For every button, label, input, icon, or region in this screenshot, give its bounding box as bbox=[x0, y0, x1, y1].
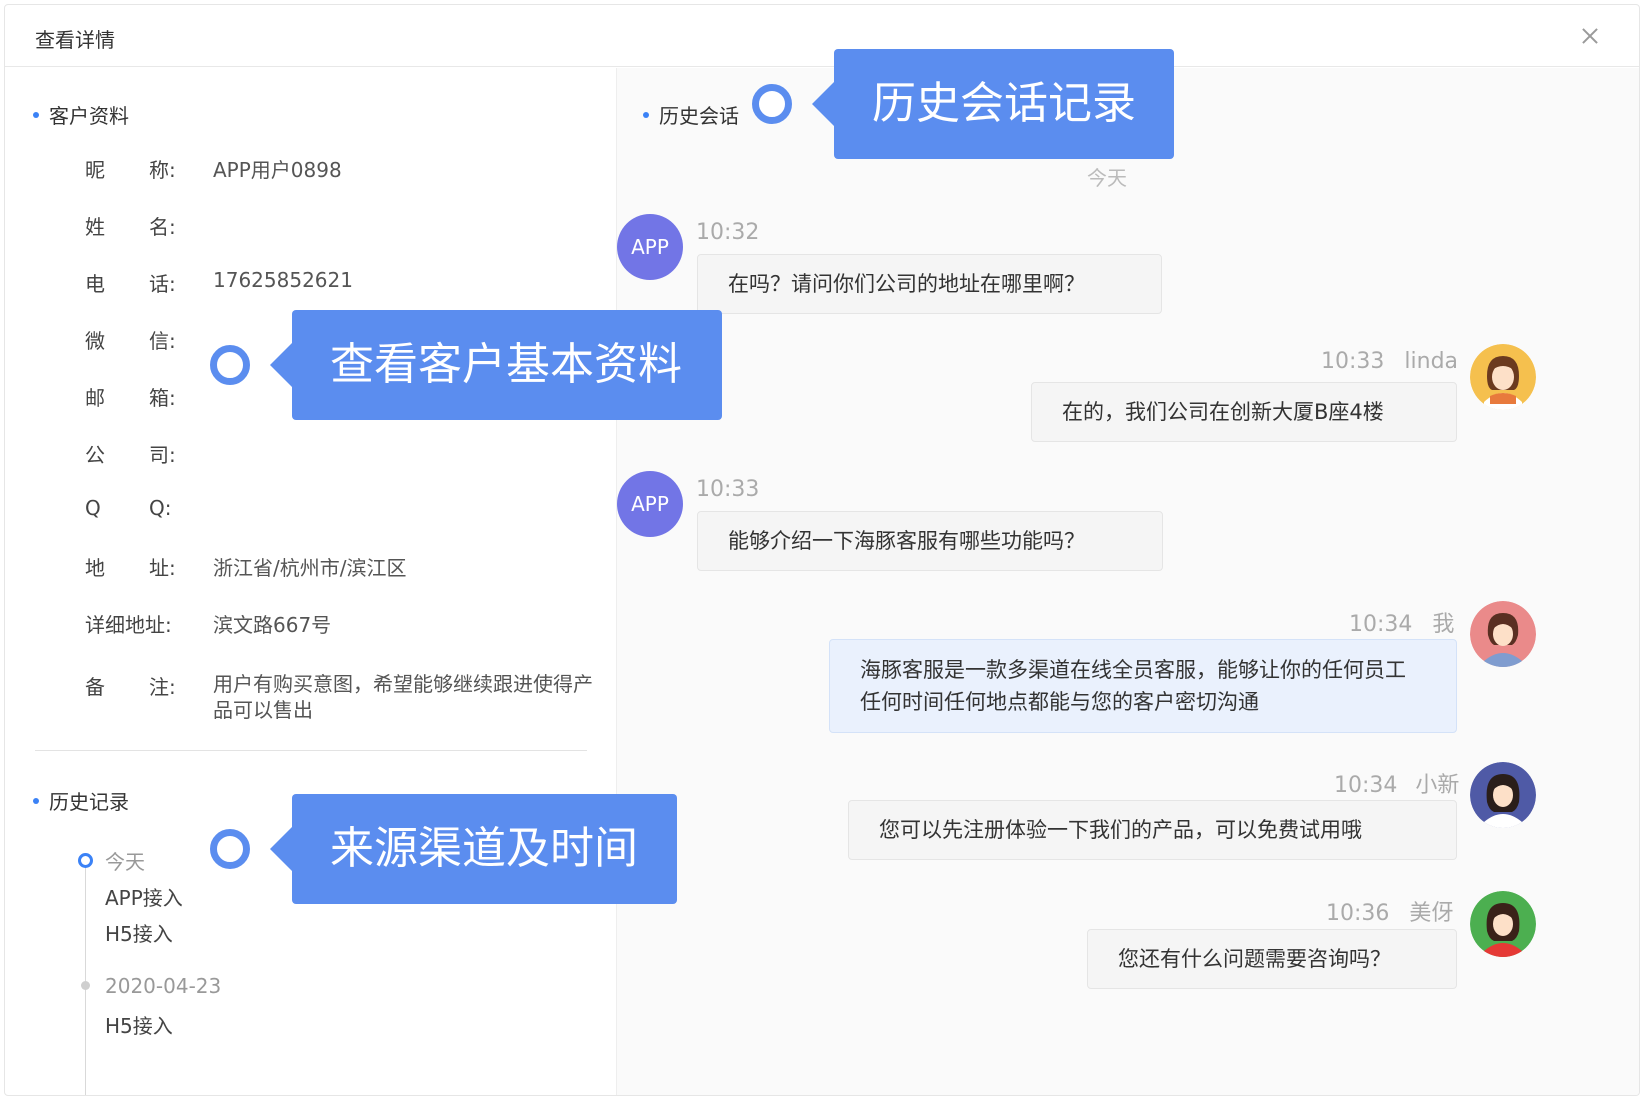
message-bubble: 您还有什么问题需要咨询吗？ bbox=[1087, 929, 1457, 989]
field-label: 注: bbox=[149, 675, 176, 699]
timeline-line bbox=[85, 860, 86, 1095]
agent-avatar bbox=[1470, 762, 1536, 828]
dialog-header: 查看详情 bbox=[5, 5, 1639, 67]
timeline-item: H5接入 bbox=[105, 922, 173, 946]
callout-marker-icon bbox=[210, 345, 250, 385]
callout-marker-icon bbox=[752, 84, 792, 124]
message-text: 您可以先注册体验一下我们的产品，可以免费试用哦 bbox=[879, 818, 1362, 842]
details-dialog: 查看详情 客户资料 昵 称: APP用户0898 姓 名: 电 话: 17625852… bbox=[4, 4, 1640, 1096]
avatar-label: APP bbox=[631, 492, 669, 516]
message-sender: 美伢 bbox=[1409, 901, 1454, 926]
section-dot-icon bbox=[643, 111, 649, 118]
message-text: 能够介绍一下海豚客服有哪些功能吗？ bbox=[728, 529, 1085, 553]
field-label: 称: bbox=[149, 158, 176, 182]
message-text: 在吗？请问你们公司的地址在哪里啊？ bbox=[728, 272, 1085, 296]
field-label: 名: bbox=[149, 215, 176, 239]
my-avatar bbox=[1470, 601, 1536, 667]
field-label: 昵 bbox=[85, 158, 105, 182]
conversation-section-title: 历史会话 bbox=[643, 100, 739, 129]
day-separator: 今天 bbox=[1087, 166, 1127, 190]
field-label: 箱: bbox=[149, 386, 176, 410]
section-dot-icon bbox=[33, 111, 39, 118]
field-label: 话: bbox=[149, 272, 176, 296]
profile-section-title: 客户资料 bbox=[33, 100, 129, 129]
message-time: 10:32 bbox=[696, 220, 760, 245]
message-text: 在的，我们公司在创新大厦B座4楼 bbox=[1062, 400, 1384, 424]
message-time: 10:34 bbox=[1334, 773, 1398, 798]
remark-value: 用户有购买意图，希望能够继续跟进使得产品可以售出 bbox=[213, 672, 593, 722]
message-time: 10:34 bbox=[1349, 612, 1413, 637]
message-bubble: 能够介绍一下海豚客服有哪些功能吗？ bbox=[697, 511, 1163, 571]
conversation-panel: 历史会话 今天 APP 10:32 在吗？请问你们公司的地址在哪里啊？ 10:3… bbox=[617, 68, 1639, 1095]
message-time: 10:33 bbox=[1321, 349, 1385, 374]
message-meta: 10:34 我 bbox=[1349, 606, 1454, 638]
profile-section-label: 客户资料 bbox=[49, 104, 129, 128]
field-label: Q bbox=[85, 496, 101, 520]
field-label: 信: bbox=[149, 329, 176, 353]
agent-avatar bbox=[1470, 891, 1536, 957]
field-label: 址: bbox=[149, 556, 176, 580]
history-section-title: 历史记录 bbox=[33, 786, 129, 815]
customer-info-panel: 客户资料 昵 称: APP用户0898 姓 名: 电 话: 17625852621 微… bbox=[5, 68, 617, 1095]
message-meta: 10:34 小新 bbox=[1334, 767, 1459, 799]
field-label: 详细地址: bbox=[85, 613, 172, 637]
message-meta: 10:33 linda bbox=[1321, 349, 1458, 374]
timeline-node-active-icon bbox=[78, 853, 93, 868]
message-sender: 小新 bbox=[1415, 773, 1460, 798]
callout-profile: 查看客户基本资料 bbox=[270, 310, 722, 420]
field-label: Q: bbox=[149, 496, 172, 520]
callout-source: 来源渠道及时间 bbox=[270, 794, 677, 904]
close-icon[interactable] bbox=[1575, 21, 1605, 51]
field-label: 姓 bbox=[85, 215, 105, 239]
avatar-label: APP bbox=[631, 235, 669, 259]
message-sender: 我 bbox=[1432, 612, 1455, 637]
timeline-item: H5接入 bbox=[105, 1014, 173, 1038]
timeline-item: APP接入 bbox=[105, 886, 183, 910]
field-label: 邮 bbox=[85, 386, 105, 410]
message-time: 10:33 bbox=[696, 477, 760, 502]
message-time: 10:36 bbox=[1326, 901, 1390, 926]
divider bbox=[35, 750, 587, 751]
message-text: 海豚客服是一款多渠道在线全员客服，能够让你的任何员工任何时间任何地点都能与您的客… bbox=[860, 658, 1406, 714]
message-sender: linda bbox=[1404, 349, 1459, 374]
message-bubble: 在吗？请问你们公司的地址在哪里啊？ bbox=[697, 254, 1162, 314]
timeline-node-icon bbox=[81, 981, 90, 990]
timeline-date: 今天 bbox=[105, 850, 145, 874]
agent-avatar bbox=[1470, 344, 1536, 410]
field-label: 电 bbox=[85, 272, 105, 296]
message-bubble: 在的，我们公司在创新大厦B座4楼 bbox=[1031, 382, 1457, 442]
dialog-title: 查看详情 bbox=[35, 28, 115, 52]
callout-history-chat: 历史会话记录 bbox=[812, 49, 1174, 159]
conversation-section-label: 历史会话 bbox=[659, 104, 739, 128]
message-bubble: 您可以先注册体验一下我们的产品，可以免费试用哦 bbox=[848, 800, 1457, 860]
message-text: 您还有什么问题需要咨询吗？ bbox=[1118, 947, 1391, 971]
section-dot-icon bbox=[33, 797, 39, 804]
field-label: 司: bbox=[149, 443, 176, 467]
message-meta: 10:36 美伢 bbox=[1326, 895, 1453, 927]
timeline-date: 2020-04-23 bbox=[105, 974, 222, 998]
field-label: 微 bbox=[85, 329, 105, 353]
history-section-label: 历史记录 bbox=[49, 790, 129, 814]
app-avatar: APP bbox=[617, 214, 683, 280]
field-label: 地 bbox=[85, 556, 105, 580]
message-bubble: 海豚客服是一款多渠道在线全员客服，能够让你的任何员工任何时间任何地点都能与您的客… bbox=[829, 639, 1457, 733]
field-value: APP用户0898 bbox=[213, 158, 342, 182]
field-label: 备 bbox=[85, 675, 105, 699]
field-value: 17625852621 bbox=[213, 268, 353, 292]
app-avatar: APP bbox=[617, 471, 683, 537]
field-value: 滨文路667号 bbox=[213, 613, 332, 637]
field-label: 公 bbox=[85, 443, 105, 467]
callout-marker-icon bbox=[210, 829, 250, 869]
field-value: 浙江省/杭州市/滨江区 bbox=[213, 556, 407, 580]
